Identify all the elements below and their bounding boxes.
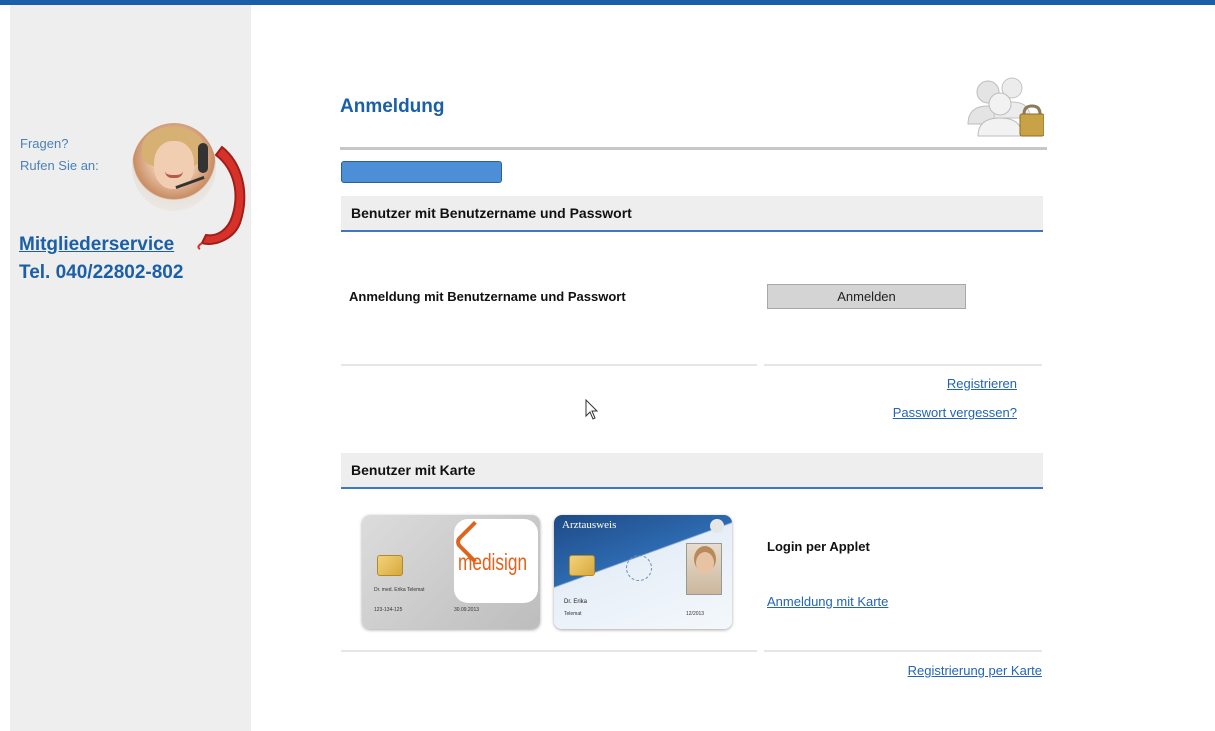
card-holder: Dr. med. Erika Telemat bbox=[374, 587, 425, 593]
registrieren-link[interactable]: Registrieren bbox=[947, 376, 1017, 391]
divider bbox=[341, 650, 757, 652]
arztausweis-title: Arztausweis bbox=[562, 519, 617, 531]
progress-bar bbox=[341, 161, 502, 183]
phone-number: Tel. 040/22802-802 bbox=[19, 262, 184, 283]
password-login-label: Anmeldung mit Benutzername und Passwort bbox=[349, 289, 626, 304]
medisign-logo: medisign bbox=[458, 549, 528, 575]
card-chip bbox=[377, 555, 403, 576]
card-surname: Telemat bbox=[564, 611, 582, 617]
users-lock-icon bbox=[967, 77, 1044, 137]
divider bbox=[764, 650, 1042, 652]
card-login-link[interactable]: Anmeldung mit Karte bbox=[767, 594, 888, 609]
title-divider bbox=[340, 147, 1047, 150]
forgot-password-link[interactable]: Passwort vergessen? bbox=[893, 405, 1017, 420]
call-text: Rufen Sie an: bbox=[20, 158, 99, 173]
divider bbox=[764, 364, 1042, 366]
applet-login-label: Login per Applet bbox=[767, 539, 870, 554]
divider bbox=[341, 364, 757, 366]
sidebar: Fragen? Rufen Sie an: Mitgliederservice … bbox=[10, 5, 251, 731]
medisign-card-image: medisign Dr. med. Erika Telemat 123-134-… bbox=[362, 515, 540, 629]
mitgliederservice-link[interactable]: Mitgliederservice bbox=[19, 234, 174, 256]
phone-handset-icon bbox=[197, 145, 246, 250]
anmelden-button[interactable]: Anmelden bbox=[767, 284, 966, 309]
arztausweis-card-image: Arztausweis Dr. Erika Telemat 12/2013 bbox=[554, 515, 732, 629]
question-text: Fragen? bbox=[20, 136, 69, 151]
card-registration-link[interactable]: Registrierung per Karte bbox=[908, 663, 1042, 678]
card-number: 123-134-125 bbox=[374, 607, 403, 613]
card-photo bbox=[686, 543, 722, 595]
section-header-card: Benutzer mit Karte bbox=[341, 453, 1043, 489]
card-date: 30.09.2013 bbox=[454, 607, 480, 613]
page-title: Anmeldung bbox=[340, 96, 445, 117]
card-chip bbox=[569, 555, 595, 576]
card-name: Dr. Erika bbox=[564, 599, 588, 605]
mouse-cursor-icon bbox=[585, 399, 599, 420]
section-header-password: Benutzer mit Benutzername und Passwort bbox=[341, 196, 1043, 232]
card-date: 12/2013 bbox=[686, 611, 705, 617]
